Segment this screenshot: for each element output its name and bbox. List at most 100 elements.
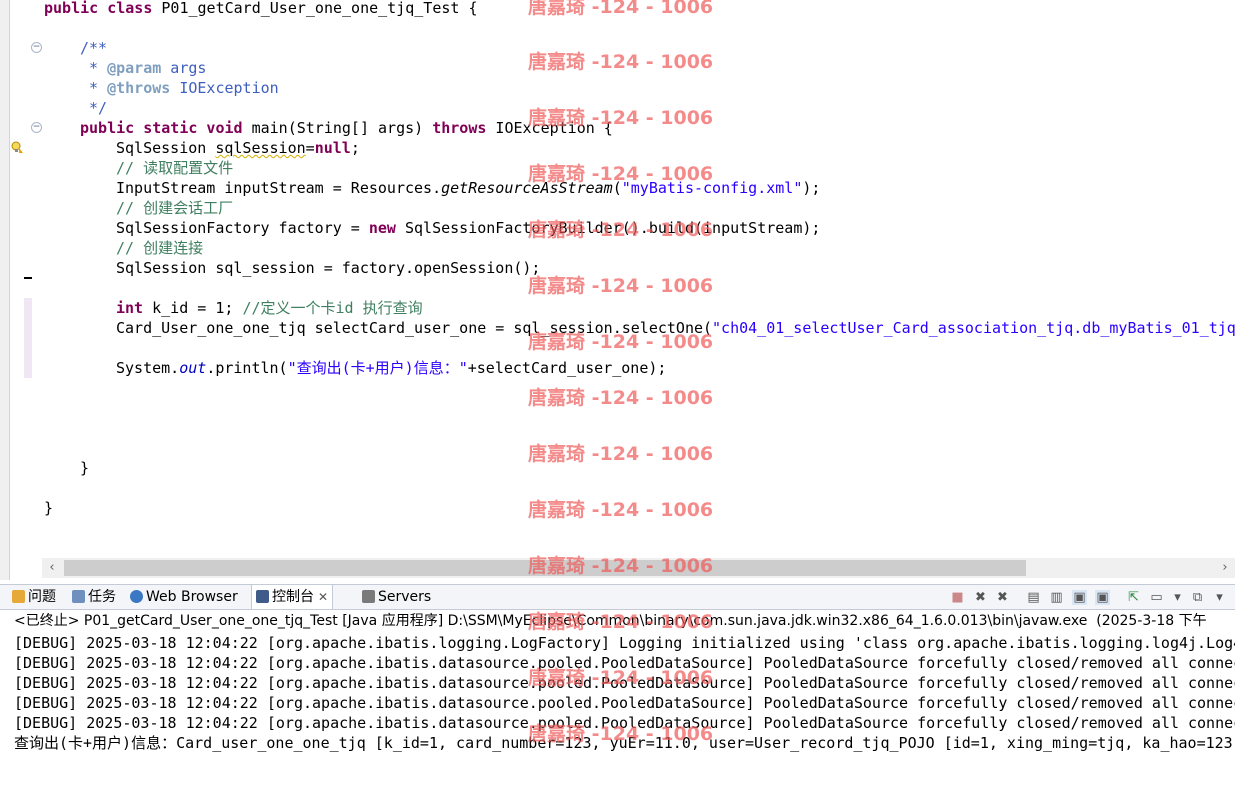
problems-icon — [12, 590, 25, 603]
code-token: InputStream inputStream = Resources. — [116, 179, 442, 197]
tab-web-browser[interactable]: Web Browser — [126, 585, 242, 609]
scroll-lock-icon[interactable]: ▥ — [1049, 590, 1064, 605]
code-token: * — [80, 59, 108, 77]
tab-label: 任务 — [88, 589, 116, 605]
code-comment[interactable]: // 读取配置文件 — [116, 158, 233, 178]
remove-all-icon[interactable]: ✖ — [995, 590, 1010, 605]
code-token: * — [80, 79, 108, 97]
code-editor[interactable]: − − public class P01_getCard_User_one_on… — [0, 0, 1235, 580]
code-token: k_id = 1; — [143, 299, 243, 317]
code-token: main(String[] args) — [242, 119, 433, 137]
code-token-warning: sqlSession — [215, 139, 306, 157]
pin-console-icon[interactable]: ⇱ — [1126, 590, 1141, 605]
clear-console-icon[interactable]: ▤ — [1026, 590, 1041, 605]
console-line: 查询出(卡+用户)信息：Card_user_one_one_tjq [k_id=… — [14, 734, 1235, 752]
open-console-icon[interactable]: ⧉ — [1190, 590, 1205, 605]
code-token: public static void — [80, 119, 243, 137]
code-line[interactable]: SqlSession sql_session = factory.openSes… — [116, 258, 540, 278]
code-token: Card_User_one_one_tjq selectCard_user_on… — [116, 319, 713, 337]
console-line: [DEBUG] 2025-03-18 12:04:22 [org.apache.… — [14, 714, 1235, 732]
code-token: null — [314, 139, 351, 157]
code-token: +selectCard_user_one); — [467, 359, 667, 377]
code-token: int — [116, 299, 144, 317]
editor-left-border — [0, 0, 10, 580]
code-token: IOException { — [486, 119, 613, 137]
scroll-left-icon[interactable]: ‹ — [42, 558, 62, 578]
code-token: new — [368, 219, 396, 237]
current-line-marker — [24, 277, 32, 279]
code-comment[interactable]: // 创建会话工厂 — [116, 198, 233, 218]
code-token: @param — [107, 59, 162, 77]
code-line[interactable]: System.out.println("查询出(卡+用户)信息："+select… — [116, 358, 666, 378]
warning-bulb-icon[interactable] — [11, 141, 23, 153]
tab-label: 控制台 — [272, 589, 314, 605]
show-on-output-icon[interactable]: ▣ — [1072, 590, 1087, 605]
close-icon[interactable]: ✕ — [318, 590, 328, 604]
fold-collapse-icon[interactable]: − — [31, 122, 42, 133]
code-string: "myBatis-config.xml" — [621, 179, 803, 197]
code-line[interactable]: int k_id = 1; //定义一个卡id 执行查询 — [116, 298, 423, 318]
code-line-class-decl[interactable]: public class P01_getCard_User_one_one_tj… — [44, 0, 477, 18]
code-token: public class — [44, 0, 153, 17]
servers-icon — [362, 590, 375, 603]
code-token: @throws — [107, 79, 171, 97]
code-token: .println( — [206, 359, 288, 377]
display-console-icon[interactable]: ▭ — [1149, 590, 1164, 605]
code-line-javadoc-param[interactable]: * @param args — [80, 58, 206, 78]
code-line-javadoc-start[interactable]: /** — [80, 38, 107, 58]
code-token: args — [161, 59, 207, 77]
code-token: IOException — [170, 79, 279, 97]
tab-label: Web Browser — [146, 589, 238, 605]
console-line: [DEBUG] 2025-03-18 12:04:22 [org.apache.… — [14, 654, 1235, 672]
code-line[interactable]: InputStream inputStream = Resources.getR… — [116, 178, 820, 198]
views-tab-bar: 问题 任务 Web Browser 控制台 ✕ Servers ■ ✖ ✖ ▤ ▥… — [0, 584, 1235, 610]
tab-tasks[interactable]: 任务 — [68, 585, 120, 609]
code-token: System. — [116, 359, 180, 377]
code-string: "ch04_01_selectUser_Card_association_tjq… — [712, 319, 1235, 337]
code-line[interactable]: SqlSession sqlSession=null; — [116, 138, 360, 158]
code-line[interactable]: Card_User_one_one_tjq selectCard_user_on… — [116, 318, 1235, 338]
scroll-right-icon[interactable]: › — [1215, 558, 1235, 578]
chevron-down-icon[interactable]: ▾ — [1170, 590, 1185, 605]
fold-collapse-icon[interactable]: − — [31, 42, 42, 53]
code-token: SqlSession — [116, 139, 216, 157]
console-output[interactable]: [DEBUG] 2025-03-18 12:04:22 [org.apache.… — [0, 633, 1235, 791]
code-token: SqlSessionFactory factory = — [116, 219, 369, 237]
code-line-javadoc-end[interactable]: */ — [80, 98, 107, 118]
console-line: [DEBUG] 2025-03-18 12:04:22 [org.apache.… — [14, 634, 1235, 652]
change-marker-bar — [24, 298, 32, 378]
code-token: ; — [350, 139, 360, 157]
console-line: [DEBUG] 2025-03-18 12:04:22 [org.apache.… — [14, 694, 1235, 712]
code-token: out — [179, 359, 207, 377]
code-line-javadoc-throws[interactable]: * @throws IOException — [80, 78, 279, 98]
editor-gutter — [10, 0, 42, 558]
console-line: [DEBUG] 2025-03-18 12:04:22 [org.apache.… — [14, 674, 1235, 692]
code-token: throws — [432, 119, 487, 137]
show-on-error-icon[interactable]: ▣ — [1095, 590, 1110, 605]
view-menu-icon[interactable]: ▾ — [1212, 590, 1227, 605]
scrollbar-thumb[interactable] — [64, 560, 1026, 576]
code-token: ( — [612, 179, 622, 197]
console-process-header: <已终止> P01_getCard_User_one_one_tjq_Test … — [14, 613, 1207, 629]
code-comment: //定义一个卡id 执行查询 — [242, 299, 423, 317]
console-icon — [256, 590, 269, 603]
tab-label: 问题 — [28, 589, 56, 605]
tab-console[interactable]: 控制台 ✕ — [251, 585, 334, 609]
tab-problems[interactable]: 问题 — [8, 585, 60, 609]
code-string: "查询出(卡+用户)信息：" — [287, 359, 468, 377]
terminate-icon[interactable]: ■ — [950, 590, 965, 605]
globe-icon — [130, 590, 143, 603]
tab-label: Servers — [378, 589, 432, 605]
code-line-close-brace[interactable]: } — [44, 498, 53, 518]
tab-servers[interactable]: Servers — [358, 585, 435, 609]
horizontal-scrollbar[interactable]: ‹ › — [42, 558, 1235, 578]
code-token: getResourceAsStream — [441, 179, 613, 197]
remove-launch-icon[interactable]: ✖ — [973, 590, 988, 605]
code-token: P01_getCard_User_one_one_tjq_Test { — [152, 0, 478, 17]
code-line[interactable]: SqlSessionFactory factory = new SqlSessi… — [116, 218, 820, 238]
code-line-close-brace[interactable]: } — [80, 458, 89, 478]
code-line-main-decl[interactable]: public static void main(String[] args) t… — [80, 118, 613, 138]
code-token: SqlSessionFactoryBuilder().build(inputSt… — [395, 219, 821, 237]
code-comment[interactable]: // 创建连接 — [116, 238, 203, 258]
tasks-icon — [72, 590, 85, 603]
